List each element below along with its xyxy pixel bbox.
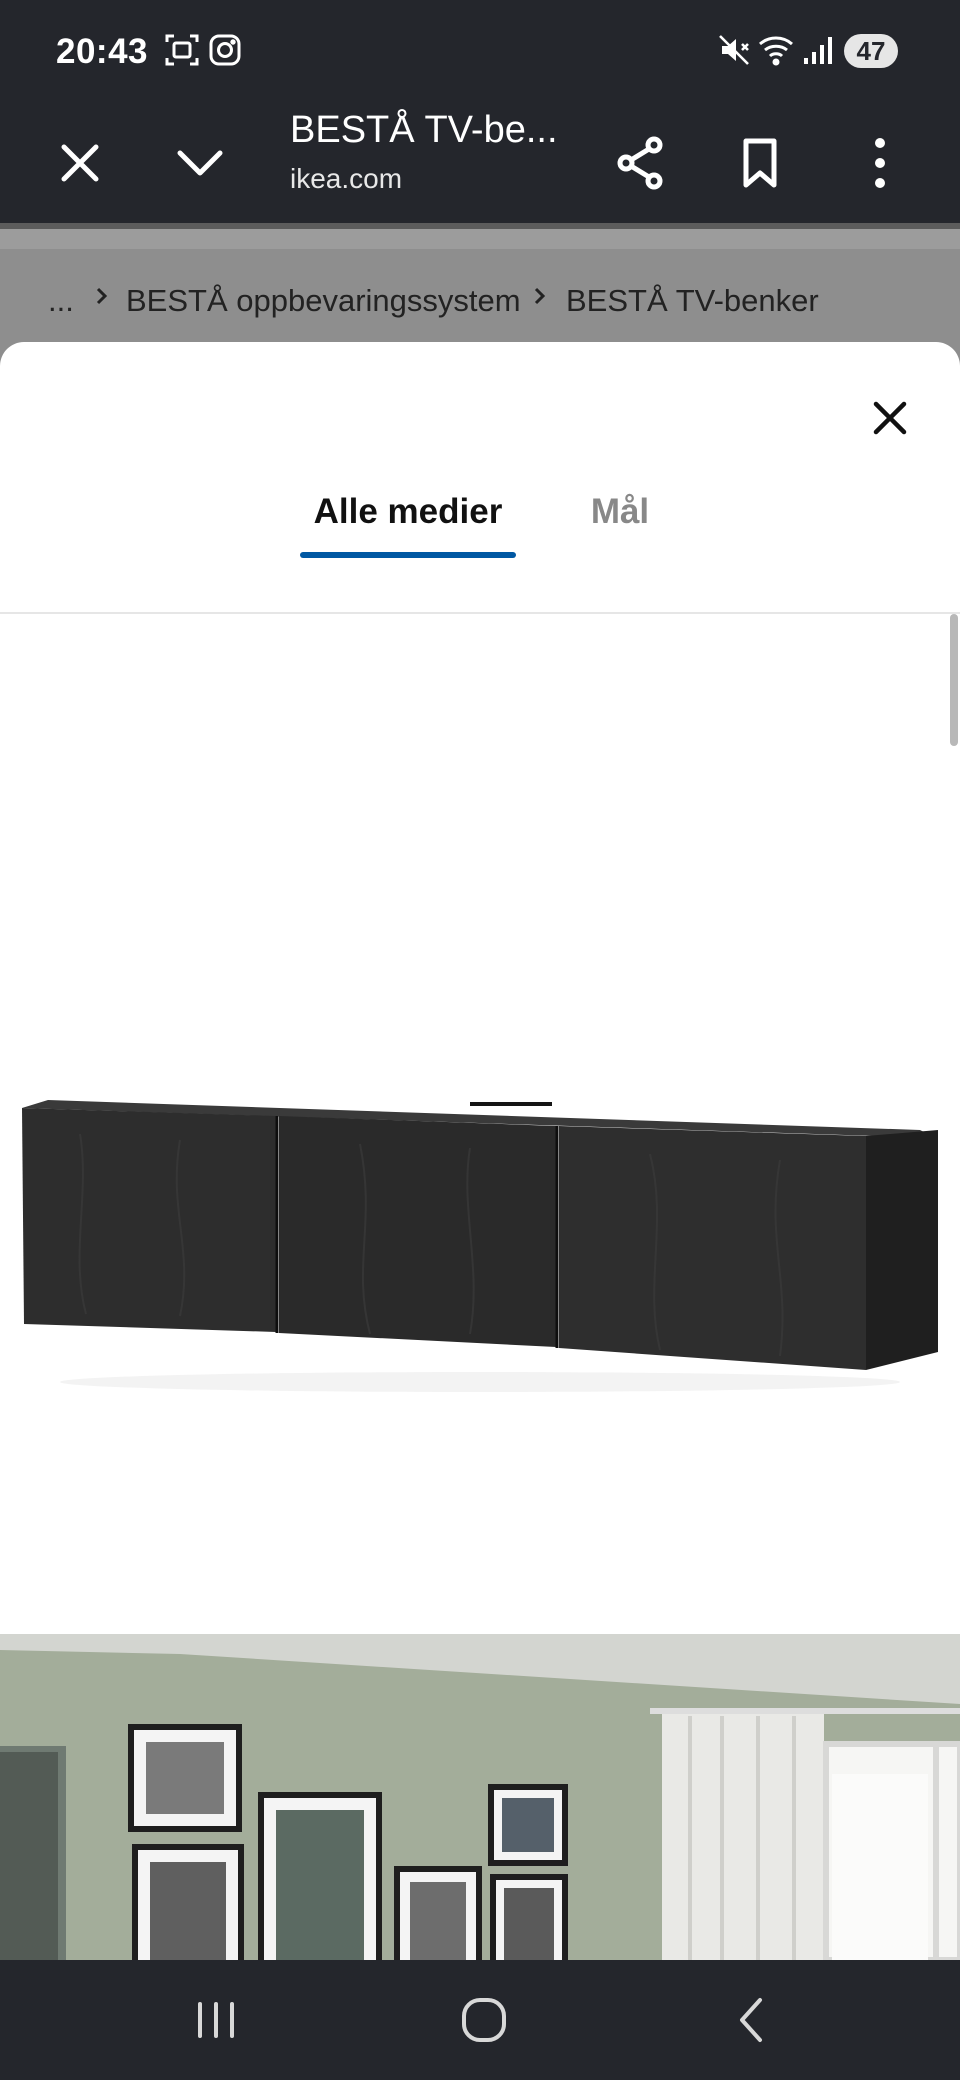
breadcrumb-ellipsis[interactable]: ...: [48, 283, 74, 319]
product-image[interactable]: [0, 614, 960, 1630]
navigation-bar: [0, 1960, 960, 2080]
instagram-icon: [207, 32, 243, 68]
media-tabs: Alle medier Mål: [0, 492, 960, 612]
close-icon: [873, 401, 907, 435]
page-title[interactable]: BESTÅ TV-be...: [290, 109, 558, 152]
recent-apps-icon: [198, 2002, 234, 2038]
active-tab-indicator: [300, 552, 516, 558]
back-button[interactable]: [716, 1984, 788, 2056]
signal-icon: [800, 32, 836, 68]
recent-apps-button[interactable]: [180, 1984, 252, 2056]
status-bar: 20:43 47: [0, 0, 960, 105]
scrollbar[interactable]: [950, 614, 958, 746]
breadcrumb-item-oppbevaring[interactable]: BESTÅ oppbevaringssystem: [126, 283, 521, 319]
chevron-right-icon: [92, 281, 112, 319]
screenshot-icon: [164, 32, 200, 68]
share-icon: [617, 136, 663, 190]
close-icon: [61, 144, 99, 182]
browser-toolbar: BESTÅ TV-be... ikea.com: [0, 105, 960, 223]
media-modal: Alle medier Mål: [0, 342, 960, 1960]
bookmark-icon: [743, 138, 777, 188]
share-button[interactable]: [608, 131, 672, 195]
breadcrumb-item-tv-benker[interactable]: BESTÅ TV-benker: [566, 283, 819, 319]
tab-alle-medier[interactable]: Alle medier: [300, 492, 516, 532]
battery-indicator: 47: [844, 34, 898, 68]
minimize-button[interactable]: [168, 131, 232, 195]
living-room-image: [0, 1634, 960, 1960]
room-photo[interactable]: [0, 1634, 960, 1960]
tab-maal[interactable]: Mål: [572, 492, 668, 532]
modal-close-button[interactable]: [862, 390, 918, 446]
wifi-icon: [758, 32, 794, 68]
more-options-button[interactable]: [848, 131, 912, 195]
home-button[interactable]: [448, 1984, 520, 2056]
dimmed-header-strip: [0, 229, 960, 249]
close-tab-button[interactable]: [48, 131, 112, 195]
breadcrumb: ... BESTÅ oppbevaringssystem BESTÅ TV-be…: [0, 249, 960, 349]
mute-icon: [716, 32, 752, 68]
page-domain[interactable]: ikea.com: [290, 163, 402, 195]
bookmark-button[interactable]: [728, 131, 792, 195]
back-icon: [740, 1998, 762, 2042]
tv-bench-image: [22, 1100, 938, 1392]
chevron-down-icon: [177, 150, 223, 176]
more-icon: [875, 138, 885, 188]
home-icon: [462, 1998, 506, 2042]
status-time: 20:43: [56, 32, 149, 71]
chevron-right-icon: [530, 281, 550, 319]
